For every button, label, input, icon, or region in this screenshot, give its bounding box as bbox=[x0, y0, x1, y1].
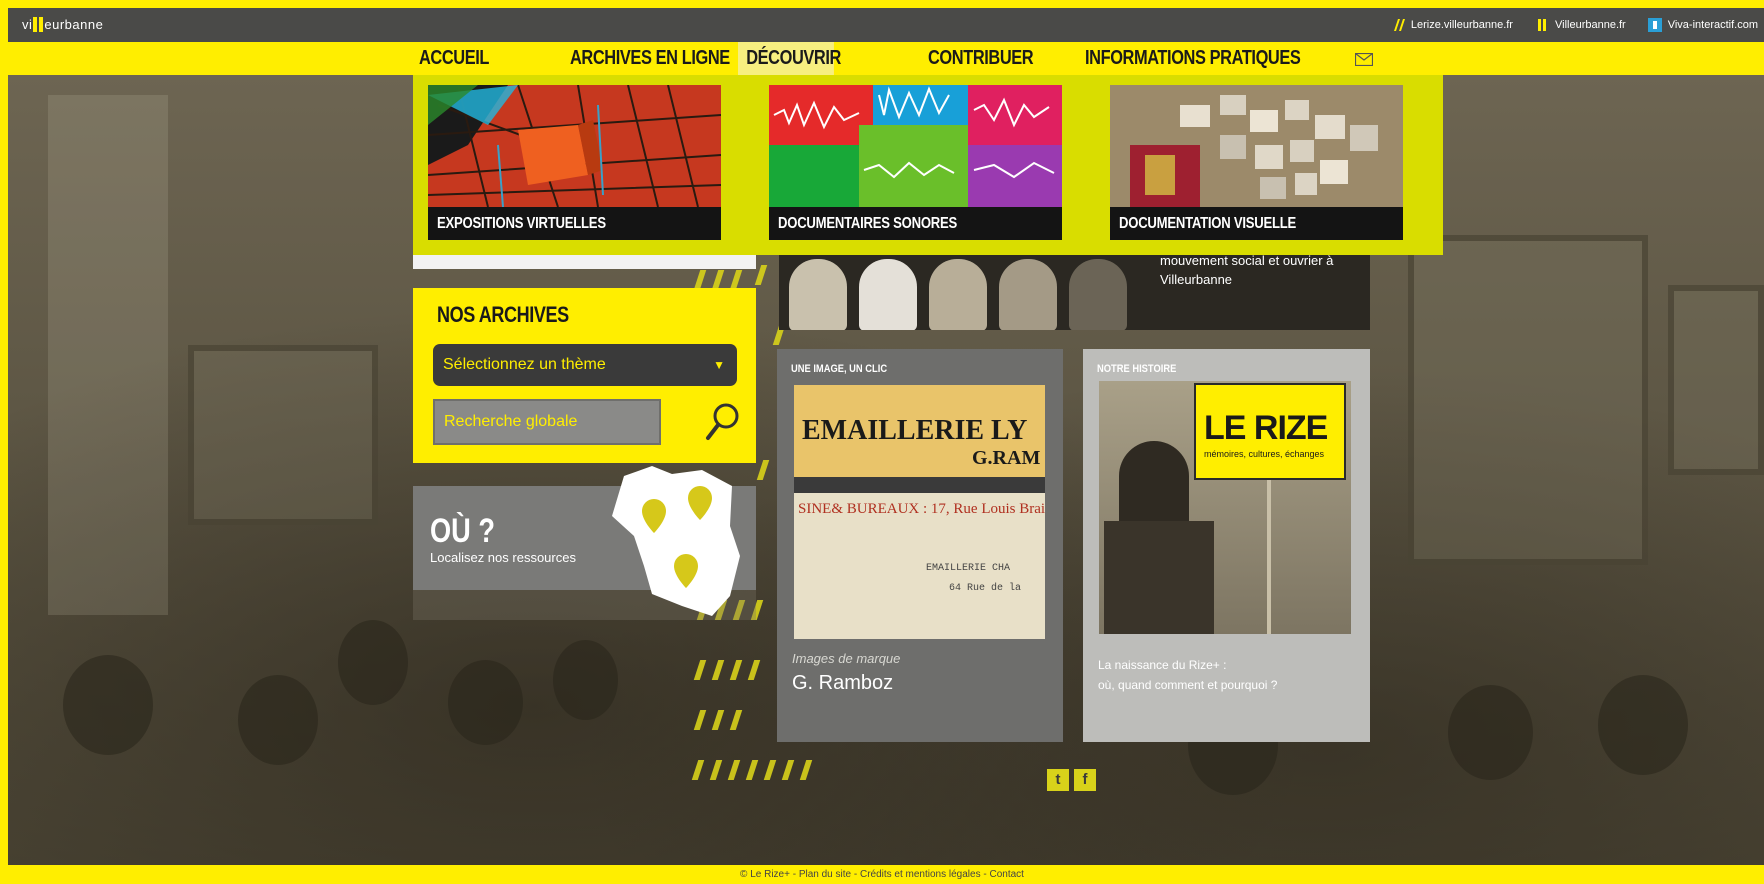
strip-caption: mouvement social et ouvrier à Villeurban… bbox=[1160, 253, 1334, 287]
ou-title: OÙ ? bbox=[430, 512, 495, 550]
dropdown-card-expositions[interactable]: EXPOSITIONS VIRTUELLES bbox=[428, 85, 721, 240]
ou-subtitle: Localisez nos ressources bbox=[430, 550, 576, 565]
dropdown-caption: DOCUMENTATION VISUELLE bbox=[1110, 207, 1403, 240]
viva-icon bbox=[1647, 18, 1662, 32]
card-title: NOTRE HISTOIRE bbox=[1097, 363, 1177, 375]
dropdown-card-documentaires[interactable]: DOCUMENTAIRES SONORES bbox=[769, 85, 1062, 240]
dropdown-caption: DOCUMENTAIRES SONORES bbox=[769, 207, 1062, 240]
facebook-icon[interactable]: f bbox=[1074, 769, 1096, 791]
top-links: Lerize.villeurbanne.fr Villeurbanne.fr V… bbox=[1391, 18, 1758, 32]
white-strip bbox=[413, 255, 756, 269]
rize-slash-icon bbox=[1393, 19, 1405, 31]
top-bar: vi eurbanne Lerize.villeurbanne.fr Villeu… bbox=[8, 8, 1764, 42]
une-image-un-clic-card[interactable]: UNE IMAGE, UN CLIC EMAILLERIE LY G.RAM S… bbox=[777, 349, 1063, 742]
dropdown-arrow-icon: ▼ bbox=[713, 358, 725, 372]
le-rize-image: LE RIZE mémoires, cultures, échanges bbox=[1099, 381, 1351, 634]
nav-contribuer[interactable]: CONTRIBUER bbox=[928, 42, 1034, 75]
map-pins-icon bbox=[612, 466, 740, 616]
villeurbanne-logo[interactable]: vi eurbanne bbox=[22, 17, 103, 32]
card-name: G. Ramboz bbox=[792, 672, 894, 694]
documentation-thumbnail bbox=[1110, 85, 1403, 207]
theme-select[interactable]: Sélectionnez un thème ▼ bbox=[433, 344, 737, 386]
emaillerie-image: EMAILLERIE LY G.RAM SINE& BUREAUX : 17, … bbox=[794, 385, 1045, 639]
global-search-input[interactable] bbox=[433, 399, 661, 445]
logo-suffix: eurbanne bbox=[44, 17, 104, 32]
search-icon[interactable] bbox=[703, 400, 743, 444]
social-links: t f bbox=[1047, 769, 1096, 791]
dropdown-caption: EXPOSITIONS VIRTUELLES bbox=[428, 207, 721, 240]
top-link-villeurbanne[interactable]: Villeurbanne.fr bbox=[1535, 18, 1626, 32]
portrait bbox=[999, 259, 1057, 330]
twitter-icon[interactable]: t bbox=[1047, 769, 1069, 791]
top-link-label: Lerize.villeurbanne.fr bbox=[1410, 19, 1513, 31]
pic-text: EMAILLERIE LY bbox=[802, 415, 1028, 446]
pic-text: 64 Rue de la bbox=[949, 583, 1022, 594]
main-nav: ACCUEIL ARCHIVES EN LIGNE DÉCOUVRIR CONT… bbox=[8, 42, 1764, 75]
le-rize-sign: LE RIZE mémoires, cultures, échanges bbox=[1194, 383, 1346, 480]
portrait bbox=[1069, 259, 1127, 330]
portrait bbox=[859, 259, 917, 330]
expositions-thumbnail bbox=[428, 85, 721, 207]
footer[interactable]: © Le Rize+ - Plan du site - Crédits et m… bbox=[0, 865, 1764, 884]
archives-title: NOS ARCHIVES bbox=[437, 302, 569, 327]
portrait bbox=[789, 259, 847, 330]
portrait bbox=[929, 259, 987, 330]
card-history-text: La naissance du Rize+ : où, quand commen… bbox=[1098, 658, 1278, 692]
logo-bar-icon bbox=[39, 17, 44, 32]
mail-icon[interactable] bbox=[1355, 53, 1373, 66]
villeurbanne-bars-icon bbox=[1537, 19, 1546, 31]
pic-text: SINE& BUREAUX : 17, Rue Louis Brai bbox=[798, 501, 1045, 517]
nav-decouvrir[interactable]: DÉCOUVRIR bbox=[738, 42, 841, 75]
logo-prefix: vi bbox=[22, 17, 33, 32]
card-subtitle: Images de marque bbox=[792, 651, 901, 666]
notre-histoire-card[interactable]: NOTRE HISTOIRE LE RIZE mémoires, culture… bbox=[1083, 349, 1370, 742]
dropdown-card-documentation[interactable]: DOCUMENTATION VISUELLE bbox=[1110, 85, 1403, 240]
pic-text: EMAILLERIE CHA bbox=[926, 563, 1011, 574]
documentaires-thumbnail bbox=[769, 85, 1062, 207]
theme-select-value: Sélectionnez un thème bbox=[443, 356, 606, 373]
top-link-label: Viva-interactif.com bbox=[1667, 19, 1758, 31]
decouvrir-dropdown: EXPOSITIONS VIRTUELLES DOCUMENTAIRES SON… bbox=[413, 75, 1443, 255]
nos-archives-panel: NOS ARCHIVES Sélectionnez un thème ▼ bbox=[413, 288, 756, 463]
left-edge-accent bbox=[0, 8, 8, 868]
nav-informations-pratiques[interactable]: INFORMATIONS PRATIQUES bbox=[1085, 42, 1301, 75]
nav-accueil[interactable]: ACCUEIL bbox=[419, 42, 489, 75]
card-title: UNE IMAGE, UN CLIC bbox=[791, 363, 888, 375]
top-link-label: Villeurbanne.fr bbox=[1554, 19, 1626, 31]
logo-bar-icon bbox=[33, 17, 38, 32]
top-link-lerize[interactable]: Lerize.villeurbanne.fr bbox=[1391, 18, 1513, 32]
top-link-viva[interactable]: Viva-interactif.com bbox=[1647, 18, 1758, 32]
pic-text: G.RAM bbox=[972, 447, 1041, 469]
corner-accent bbox=[0, 0, 178, 8]
nav-archives-en-ligne[interactable]: ARCHIVES EN LIGNE bbox=[570, 42, 730, 75]
